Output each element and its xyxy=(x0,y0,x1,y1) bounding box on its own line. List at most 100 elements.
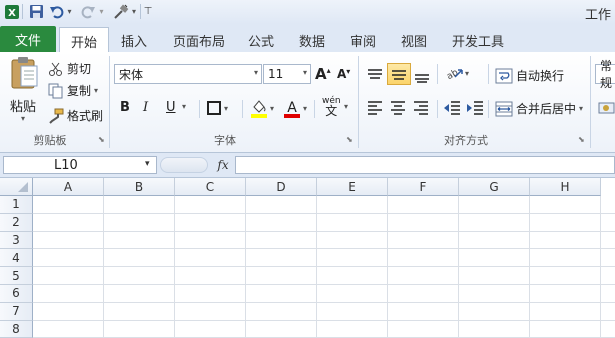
column-header-e[interactable]: E xyxy=(317,178,388,196)
row-header-5[interactable]: 5 xyxy=(0,267,33,285)
cut-label: 剪切 xyxy=(67,62,92,76)
italic-button[interactable]: I xyxy=(143,100,148,115)
row-header-6[interactable]: 6 xyxy=(0,285,33,303)
font-color-button[interactable]: A ▾ xyxy=(283,98,307,118)
merge-dropdown-icon[interactable]: ▾ xyxy=(579,104,583,113)
tab-developer[interactable]: 开发工具 xyxy=(447,28,509,52)
formula-input[interactable] xyxy=(235,156,615,174)
font-size-combo[interactable]: 11 ▾ xyxy=(263,64,311,84)
copy-dropdown-icon[interactable]: ▾ xyxy=(94,86,98,95)
align-right-button[interactable] xyxy=(412,99,430,115)
row-gridline xyxy=(33,319,615,321)
tab-data[interactable]: 数据 xyxy=(291,28,333,52)
save-icon[interactable] xyxy=(27,3,45,20)
column-header-f[interactable]: F xyxy=(388,178,459,196)
redo-icon[interactable] xyxy=(80,3,96,20)
worksheet-grid[interactable]: ABCDEFGH 12345678 xyxy=(0,178,615,338)
select-all-triangle-icon xyxy=(18,182,28,192)
align-divider xyxy=(488,100,489,118)
number-format-value: 常规 xyxy=(600,59,613,90)
column-header-a[interactable]: A xyxy=(33,178,104,196)
select-all-corner[interactable] xyxy=(0,178,33,196)
row-header-4[interactable]: 4 xyxy=(0,249,33,268)
font-name-combo[interactable]: 宋体 ▾ xyxy=(114,64,262,84)
merge-center-icon xyxy=(495,101,513,116)
borders-dropdown-icon[interactable]: ▾ xyxy=(224,104,228,113)
phonetic-dropdown-icon[interactable]: ▾ xyxy=(344,102,348,111)
clipboard-dialog-launcher-icon[interactable]: ⬊ xyxy=(98,135,105,144)
column-header-b[interactable]: B xyxy=(104,178,175,196)
fill-bucket-icon xyxy=(251,100,267,118)
alignment-dialog-launcher-icon[interactable]: ⬊ xyxy=(578,135,585,144)
number-format-combo[interactable]: 常规 xyxy=(595,59,615,90)
font-color-icon: A xyxy=(284,100,300,118)
name-box[interactable]: L10 ▾ xyxy=(3,156,157,174)
paste-button[interactable]: 粘贴 ▾ xyxy=(4,56,46,128)
borders-button[interactable]: ▾ xyxy=(207,101,228,115)
tab-review[interactable]: 审阅 xyxy=(342,28,384,52)
tab-view[interactable]: 视图 xyxy=(393,28,435,52)
copy-button[interactable]: 复制 ▾ xyxy=(48,82,98,99)
column-header-d[interactable]: D xyxy=(246,178,317,196)
name-box-dropdown-icon[interactable]: ▾ xyxy=(145,159,150,169)
middle-align-button[interactable] xyxy=(387,63,411,85)
row-header-1[interactable]: 1 xyxy=(0,196,33,214)
tab-insert[interactable]: 插入 xyxy=(113,28,155,52)
tab-page-layout[interactable]: 页面布局 xyxy=(168,28,230,52)
bold-button[interactable]: B xyxy=(120,100,130,115)
fill-color-button[interactable]: ▾ xyxy=(250,98,274,118)
font-color-dropdown-icon[interactable]: ▾ xyxy=(303,104,307,113)
font-divider xyxy=(242,100,243,118)
orientation-dropdown-icon[interactable]: ▾ xyxy=(465,69,469,78)
grow-font-button[interactable]: A ▴ xyxy=(315,65,331,83)
svg-text:A: A xyxy=(287,100,297,116)
increase-indent-button[interactable] xyxy=(466,99,484,115)
merge-center-button[interactable]: 合并后居中 ▾ xyxy=(495,100,583,117)
redo-dropdown-icon[interactable]: ▾ xyxy=(97,3,106,20)
format-painter-button[interactable]: 格式刷 xyxy=(48,107,103,124)
up-arrow-icon: ▴ xyxy=(326,65,331,75)
format-painter-qat-icon[interactable] xyxy=(112,3,130,20)
align-divider xyxy=(488,64,489,84)
tab-file[interactable]: 文件 xyxy=(0,26,56,52)
paste-dropdown-icon[interactable]: ▾ xyxy=(21,114,25,123)
align-left-button[interactable] xyxy=(366,99,384,115)
underline-dropdown-icon[interactable]: ▾ xyxy=(182,102,186,111)
customize-qat-icon[interactable]: ⊤ xyxy=(142,3,154,20)
undo-icon[interactable] xyxy=(48,3,64,20)
align-center-icon xyxy=(391,101,405,115)
wrap-text-button[interactable]: 自动换行 xyxy=(495,67,564,84)
column-header-h[interactable]: H xyxy=(530,178,601,196)
tab-formulas[interactable]: 公式 xyxy=(240,28,282,52)
merge-center-label: 合并后居中 xyxy=(516,102,577,116)
insert-function-icon[interactable]: fx xyxy=(212,156,234,174)
copy-icon xyxy=(48,83,63,98)
orientation-button[interactable]: ab ▾ xyxy=(444,65,469,81)
formula-bar-splitter[interactable] xyxy=(160,157,208,173)
shrink-font-button[interactable]: A ▾ xyxy=(337,67,350,82)
accounting-format-button[interactable] xyxy=(598,100,615,116)
row-header-8[interactable]: 8 xyxy=(0,320,33,338)
row-header-7[interactable]: 7 xyxy=(0,302,33,321)
fill-color-dropdown-icon[interactable]: ▾ xyxy=(270,104,274,113)
tab-home[interactable]: 开始 xyxy=(59,27,109,54)
column-header-c[interactable]: C xyxy=(175,178,246,196)
column-header-g[interactable]: G xyxy=(459,178,530,196)
row-header-3[interactable]: 3 xyxy=(0,231,33,250)
align-center-button[interactable] xyxy=(389,99,407,115)
excel-logo-icon[interactable]: X xyxy=(3,3,21,20)
cut-button[interactable]: 剪切 xyxy=(48,60,91,77)
font-name-dropdown-icon[interactable]: ▾ xyxy=(254,68,258,77)
row-gridline xyxy=(33,212,615,214)
decrease-indent-button[interactable] xyxy=(443,99,461,115)
top-align-button[interactable] xyxy=(366,65,386,85)
font-divider xyxy=(199,100,200,118)
bottom-align-button[interactable] xyxy=(413,65,433,85)
font-dialog-launcher-icon[interactable]: ⬊ xyxy=(346,135,353,144)
undo-dropdown-icon[interactable]: ▾ xyxy=(65,3,74,20)
row-header-2[interactable]: 2 xyxy=(0,213,33,232)
phonetic-guide-button[interactable]: wén 文 xyxy=(322,96,341,117)
font-size-dropdown-icon[interactable]: ▾ xyxy=(303,68,307,77)
underline-button[interactable]: U xyxy=(166,100,176,115)
qat-more-dropdown-icon[interactable]: ▾ xyxy=(130,3,138,20)
